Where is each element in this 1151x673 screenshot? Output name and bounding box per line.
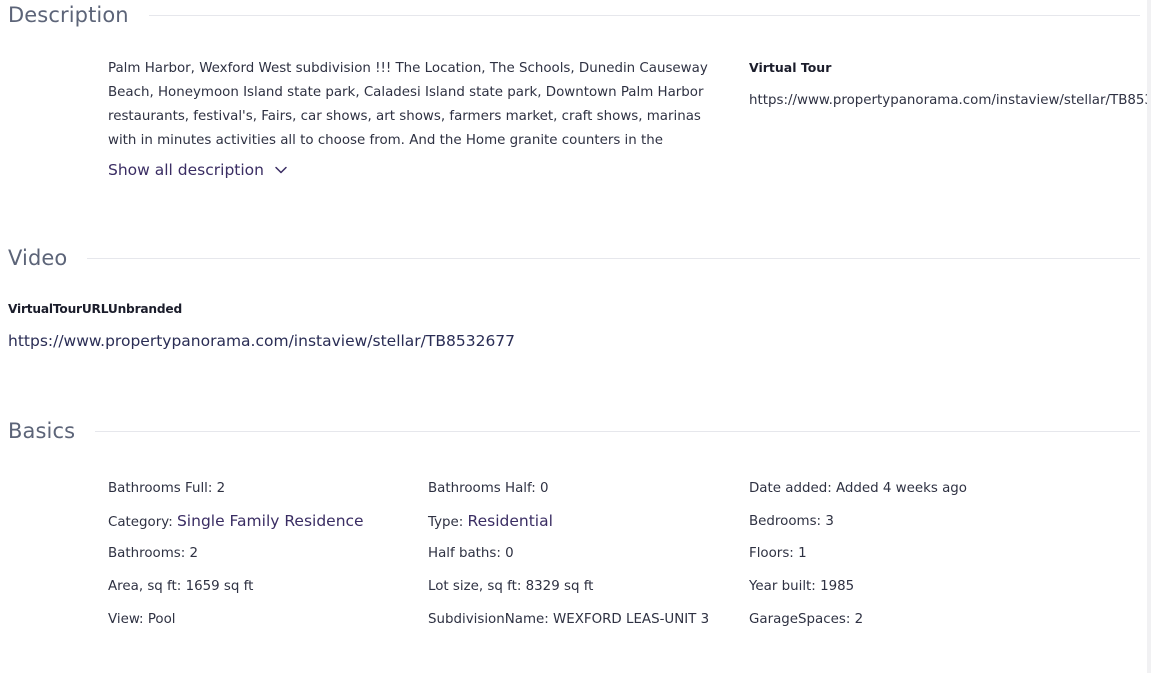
basics-item-value: 3	[825, 513, 834, 529]
virtual-tour-link[interactable]: https://www.propertypanorama.com/instavi…	[749, 93, 1147, 108]
basics-item-value: WEXFORD LEAS-UNIT 3	[553, 612, 710, 628]
basics-section-header: Basics	[8, 419, 1140, 443]
chevron-down-icon	[274, 163, 288, 177]
description-heading: Description	[8, 3, 129, 27]
basics-item-bathrooms: Bathrooms: 2	[108, 546, 428, 561]
basics-item-value: 2	[216, 480, 226, 496]
description-text: Palm Harbor, Wexford West subdivision !!…	[108, 61, 708, 148]
description-section-header: Description	[8, 3, 1140, 27]
basics-item-label: SubdivisionName:	[428, 612, 554, 628]
basics-item-date-added: Date added: Added 4 weeks ago	[749, 481, 1089, 496]
video-section-header: Video	[8, 246, 1140, 270]
video-url-label: VirtualTourURLUnbranded	[8, 302, 182, 316]
basics-heading: Basics	[8, 419, 76, 443]
basics-item-value: 2	[854, 612, 864, 628]
basics-item-label: Bathrooms:	[108, 546, 190, 562]
basics-item-half-baths: Half baths: 0	[428, 546, 749, 561]
basics-item-garage-spaces: GarageSpaces: 2	[749, 612, 1089, 627]
basics-item-bathrooms-half: Bathrooms Half: 0	[428, 481, 749, 496]
basics-item-floors: Floors: 1	[749, 546, 1089, 561]
basics-item-bedrooms: Bedrooms: 3	[749, 514, 1089, 529]
basics-item-label: Bathrooms Full:	[108, 480, 217, 496]
basics-item-subdivision: SubdivisionName: WEXFORD LEAS-UNIT 3	[428, 612, 749, 627]
video-heading: Video	[8, 246, 68, 270]
basics-item-label: Lot size, sq ft:	[428, 579, 526, 595]
basics-row: Bathrooms Full: 2 Bathrooms Half: 0 Date…	[108, 472, 1108, 505]
basics-row: Bathrooms: 2 Half baths: 0 Floors: 1	[108, 538, 1108, 571]
basics-item-label: Type:	[428, 515, 468, 531]
basics-item-value: 2	[189, 546, 199, 562]
basics-item-label: Floors:	[749, 546, 799, 562]
basics-item-label: Bathrooms Half:	[428, 480, 541, 496]
basics-item-value: 0	[505, 546, 514, 562]
basics-item-label: Half baths:	[428, 546, 506, 562]
basics-row: Category: Single Family Residence Type: …	[108, 505, 1108, 538]
basics-item-lot-size: Lot size, sq ft: 8329 sq ft	[428, 579, 749, 594]
basics-item-year-built: Year built: 1985	[749, 579, 1089, 594]
basics-item-type: Type: Residential	[428, 512, 749, 530]
divider	[87, 257, 1140, 259]
basics-item-bathrooms-full: Bathrooms Full: 2	[108, 481, 428, 496]
type-link[interactable]: Residential	[468, 512, 553, 530]
basics-item-value: 1	[798, 546, 807, 562]
basics-item-value: Added 4 weeks ago	[835, 480, 967, 496]
basics-grid: Bathrooms Full: 2 Bathrooms Half: 0 Date…	[108, 472, 1108, 636]
basics-row: View: Pool SubdivisionName: WEXFORD LEAS…	[108, 603, 1108, 636]
basics-item-label: Category:	[108, 515, 177, 531]
basics-item-area: Area, sq ft: 1659 sq ft	[108, 579, 428, 594]
scrollbar-edge	[1147, 0, 1151, 673]
show-all-description-button[interactable]: Show all description	[108, 161, 288, 179]
basics-item-category: Category: Single Family Residence	[108, 512, 428, 530]
basics-item-label: Year built:	[749, 579, 821, 595]
basics-item-label: GarageSpaces:	[749, 612, 855, 628]
basics-item-view: View: Pool	[108, 612, 428, 627]
divider	[95, 430, 1140, 432]
basics-item-value: 8329 sq ft	[525, 579, 594, 595]
basics-item-value: Pool	[147, 612, 176, 628]
basics-item-value: 1659 sq ft	[185, 579, 254, 595]
video-url-link[interactable]: https://www.propertypanorama.com/instavi…	[8, 332, 515, 350]
basics-item-label: Date added:	[749, 480, 836, 496]
basics-item-value: 1985	[820, 579, 855, 595]
basics-item-label: Area, sq ft:	[108, 579, 186, 595]
basics-row: Area, sq ft: 1659 sq ft Lot size, sq ft:…	[108, 570, 1108, 603]
divider	[148, 14, 1140, 16]
virtual-tour-label: Virtual Tour	[749, 60, 832, 75]
basics-item-label: View:	[108, 612, 148, 628]
show-all-description-label: Show all description	[108, 161, 264, 179]
category-link[interactable]: Single Family Residence	[177, 512, 364, 530]
basics-item-label: Bedrooms:	[749, 513, 826, 529]
basics-item-value: 0	[540, 480, 549, 496]
